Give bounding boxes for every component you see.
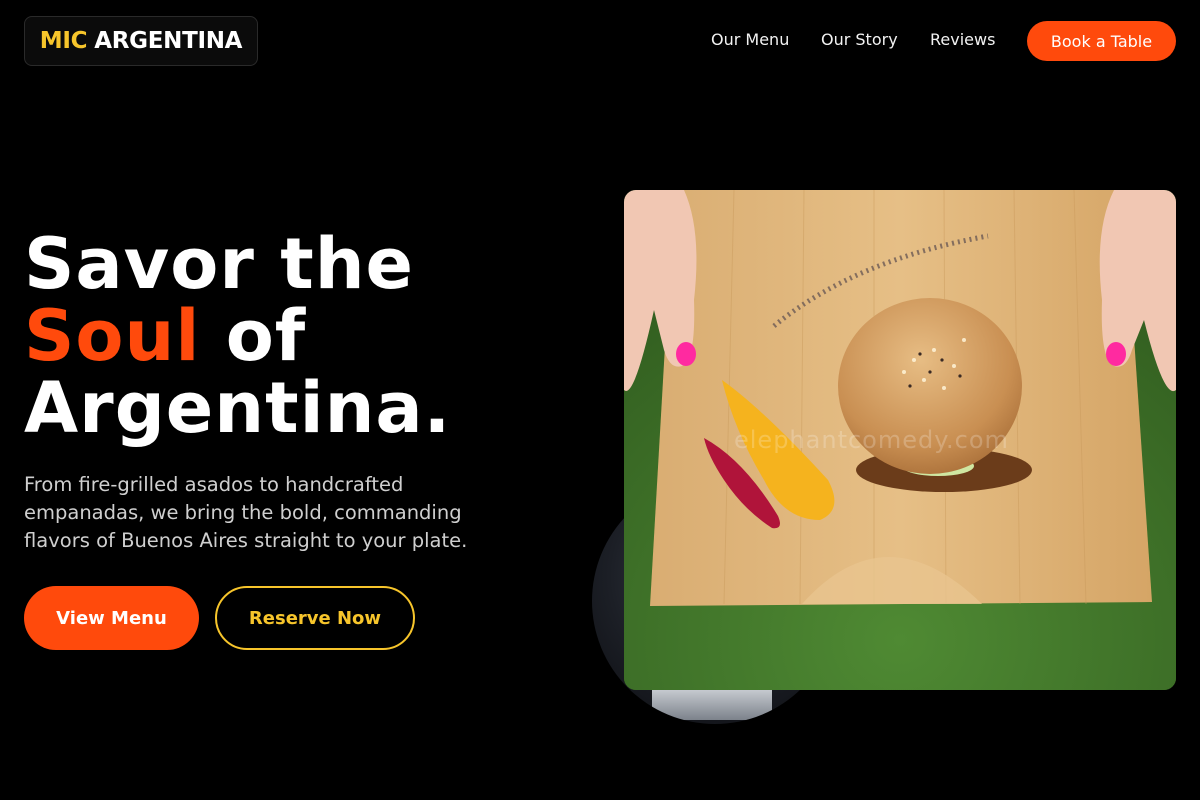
reserve-now-button[interactable]: Reserve Now — [215, 586, 415, 650]
right-nail — [1106, 342, 1126, 366]
nav-link-reviews[interactable]: Reviews — [930, 30, 995, 49]
book-table-button[interactable]: Book a Table — [1027, 21, 1176, 61]
headline-line-3: Argentina. — [24, 367, 452, 449]
nav-link-our-menu[interactable]: Our Menu — [711, 30, 789, 49]
view-menu-button[interactable]: View Menu — [24, 586, 199, 650]
headline-line-1: Savor the — [24, 223, 415, 305]
left-nail — [676, 342, 696, 366]
brand-logo[interactable]: MIC ARGENTINA — [24, 16, 258, 66]
headline-accent-word: Soul — [24, 295, 201, 377]
image-watermark: elephantcomedy.com — [734, 426, 1009, 454]
nav-link-our-story[interactable]: Our Story — [821, 30, 898, 49]
logo-text-argentina: ARGENTINA — [94, 28, 243, 54]
logo-text-mic: MIC — [39, 28, 88, 54]
headline-line-2-rest: of — [200, 295, 307, 377]
hero-food-image: elephantcomedy.com — [624, 190, 1176, 690]
hero-headline: Savor the Soul of Argentina. — [24, 228, 584, 444]
circle-image-detail — [652, 686, 772, 720]
hero-subtext: From fire-grilled asados to handcrafted … — [24, 473, 468, 552]
